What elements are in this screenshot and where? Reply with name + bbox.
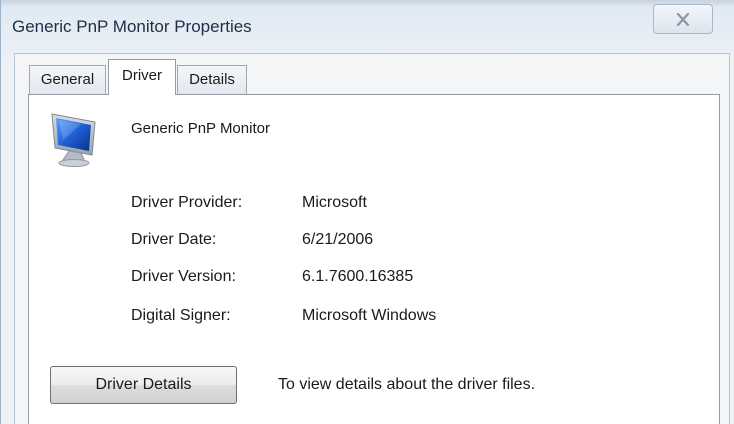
driver-version-value: 6.1.7600.16385 [302,268,414,285]
properties-dialog: Generic PnP Monitor Properties General D… [0,0,734,424]
driver-details-description: To view details about the driver files. [278,376,536,393]
digital-signer-value: Microsoft Windows [302,307,437,324]
tab-driver[interactable]: Driver [108,59,176,95]
close-button[interactable] [653,4,713,34]
tab-details[interactable]: Details [177,65,247,94]
digital-signer-label: Digital Signer: [131,307,231,324]
driver-provider-value: Microsoft [302,194,367,211]
title-bar-top [1,0,734,6]
driver-date-value: 6/21/2006 [302,231,374,248]
window-title: Generic PnP Monitor Properties [12,17,252,36]
driver-provider-label: Driver Provider: [131,194,243,211]
monitor-icon [51,113,96,167]
driver-version-label: Driver Version: [131,268,236,285]
tab-general[interactable]: General [29,65,106,94]
close-icon [676,12,690,26]
driver-details-button[interactable]: Driver Details [50,366,237,404]
device-name: Generic PnP Monitor [131,120,270,137]
driver-date-label: Driver Date: [131,231,217,248]
